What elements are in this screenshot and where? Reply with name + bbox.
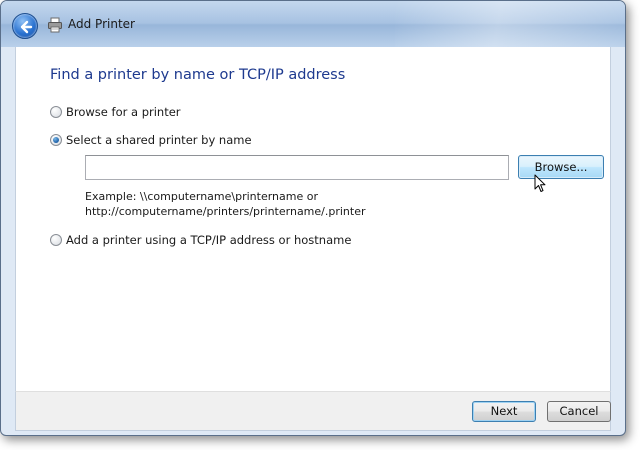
back-button[interactable] (12, 13, 38, 39)
example-text: Example: \\computername\printername or h… (85, 189, 366, 219)
browse-printer-radio[interactable] (50, 106, 62, 118)
browse-printer-label: Browse for a printer (66, 105, 181, 119)
next-button[interactable]: Next (472, 401, 536, 422)
add-printer-window: Add Printer Find a printer by name or TC… (0, 0, 626, 436)
tcpip-label: Add a printer using a TCP/IP address or … (66, 233, 352, 247)
title-bar: Add Printer (1, 1, 625, 47)
browse-button[interactable]: Browse... (518, 155, 604, 179)
shared-printer-name-input[interactable] (85, 155, 509, 180)
shared-printer-label: Select a shared printer by name (66, 133, 252, 147)
window-title: Add Printer (68, 17, 135, 31)
example-line-2: http://computername/printers/printername… (85, 205, 366, 218)
back-arrow-icon (20, 20, 33, 34)
cancel-button[interactable]: Cancel (547, 401, 611, 422)
tcpip-radio[interactable] (50, 234, 62, 246)
mouse-pointer-icon (534, 174, 546, 197)
wizard-footer: Next Cancel (15, 391, 611, 431)
shared-printer-radio[interactable] (50, 134, 62, 146)
wizard-content: Find a printer by name or TCP/IP address… (15, 47, 611, 391)
page-title: Find a printer by name or TCP/IP address (50, 67, 346, 83)
example-line-1: Example: \\computername\printername or (85, 190, 318, 203)
printer-icon (47, 17, 63, 33)
